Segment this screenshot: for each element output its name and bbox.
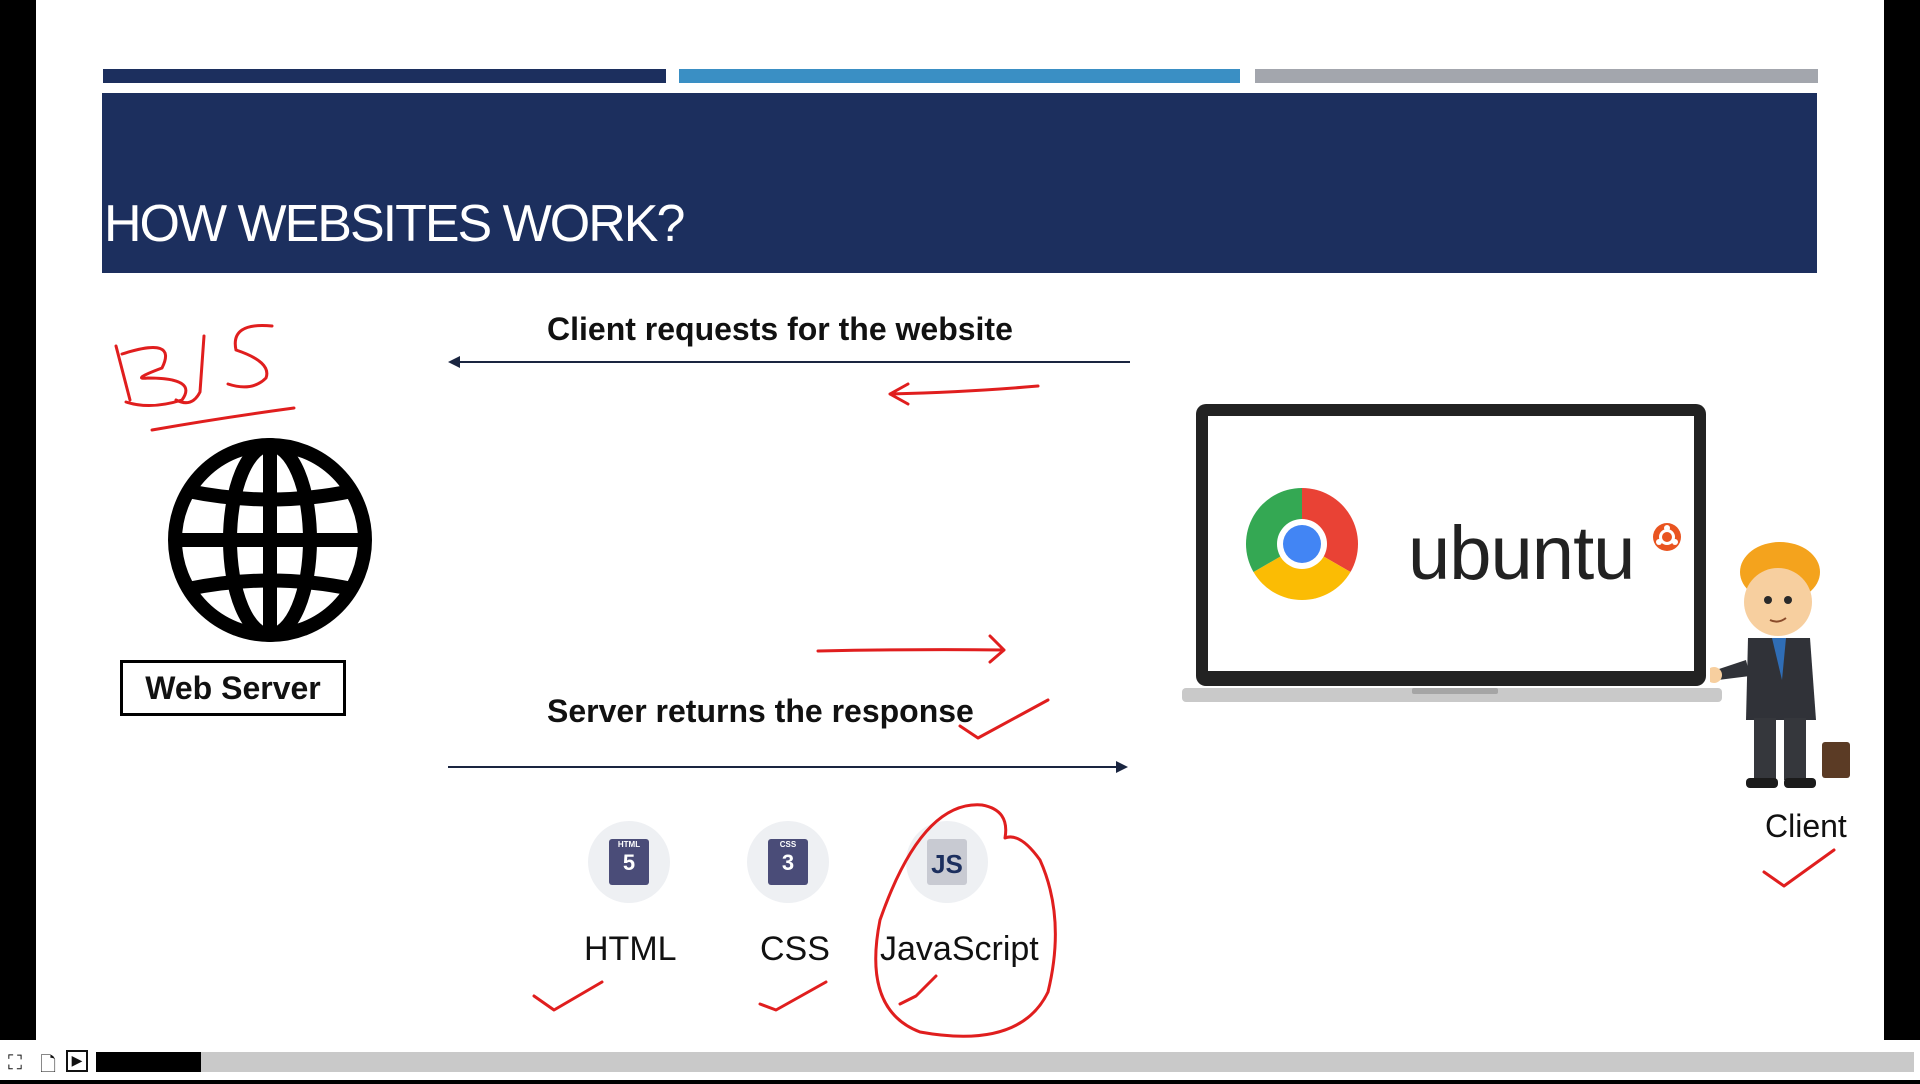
request-ink-arrow [888,382,1040,406]
page-icon[interactable]: 🗋 [40,1050,56,1084]
client-checkmark [1762,848,1836,888]
javascript-checkmark [898,974,938,1006]
fullscreen-icon[interactable]: ⛶ [8,1050,22,1074]
html-checkmark [532,980,604,1012]
response-ink-arrow [816,634,1006,664]
play-icon[interactable]: ▶ [66,1050,88,1072]
handwritten-bjs-annotation [114,324,296,432]
pen-annotations [114,324,1836,1038]
progress-bar[interactable] [96,1052,1914,1072]
progress-fill [96,1052,202,1072]
css-checkmark [758,980,828,1012]
response-checkmark [958,698,1050,740]
